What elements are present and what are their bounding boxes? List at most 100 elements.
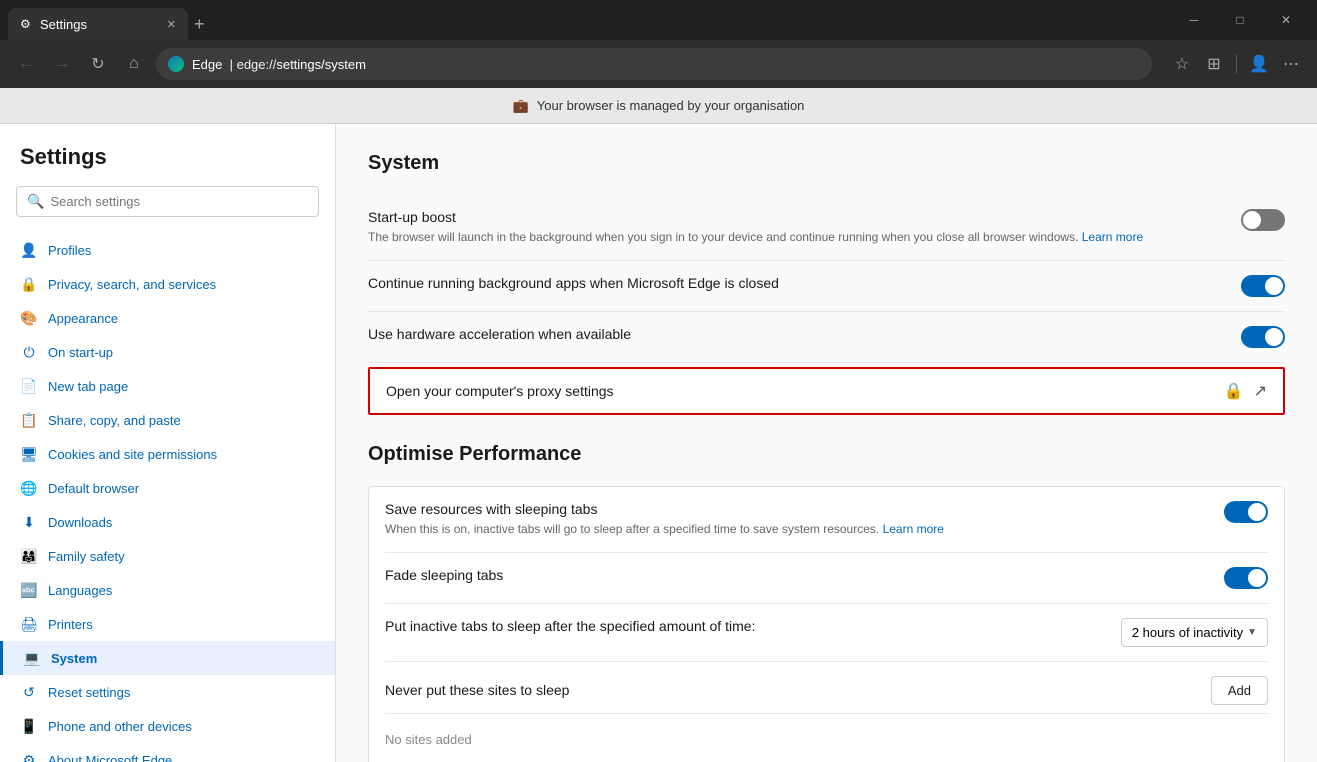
about-icon: ⚙ xyxy=(20,751,38,762)
sidebar-item-downloads[interactable]: ⬇ Downloads xyxy=(0,505,335,539)
settings-tab[interactable]: ⚙ Settings ✕ xyxy=(8,8,188,40)
sleeping-tabs-learn-more[interactable]: Learn more xyxy=(883,522,944,536)
startup-boost-desc: The browser will launch in the backgroun… xyxy=(368,229,1221,246)
minimize-button[interactable]: ─ xyxy=(1171,4,1217,36)
sidebar-item-printers[interactable]: 🖨 Printers xyxy=(0,607,335,641)
inactive-tabs-info: Put inactive tabs to sleep after the spe… xyxy=(385,618,1101,634)
sidebar-item-reset[interactable]: ↺ Reset settings xyxy=(0,675,335,709)
sidebar-item-newtab[interactable]: 📄 New tab page xyxy=(0,369,335,403)
sidebar: Settings 🔍 👤 Profiles 🔒 Privacy, search,… xyxy=(0,124,336,762)
background-apps-row: Continue running background apps when Mi… xyxy=(368,261,1285,312)
sidebar-item-label: Family safety xyxy=(48,549,125,564)
sidebar-item-about[interactable]: ⚙ About Microsoft Edge xyxy=(0,743,335,762)
restore-button[interactable]: □ xyxy=(1217,4,1263,36)
sidebar-item-label: On start-up xyxy=(48,345,113,360)
tab-close-button[interactable]: ✕ xyxy=(167,18,176,31)
sidebar-item-label: Appearance xyxy=(48,311,118,326)
sidebar-item-label: Share, copy, and paste xyxy=(48,413,181,428)
proxy-label: Open your computer's proxy settings xyxy=(386,383,614,399)
sidebar-item-family[interactable]: 👨‍👩‍👧 Family safety xyxy=(0,539,335,573)
search-icon: 🔍 xyxy=(27,193,44,210)
appearance-icon: 🎨 xyxy=(20,309,38,327)
background-apps-label: Continue running background apps when Mi… xyxy=(368,275,1221,291)
edge-label: Edge xyxy=(192,57,222,72)
close-button[interactable]: ✕ xyxy=(1263,4,1309,36)
downloads-icon: ⬇ xyxy=(20,513,38,531)
search-input[interactable] xyxy=(50,194,308,209)
collections-icon[interactable]: ⊞ xyxy=(1200,50,1228,78)
startup-boost-label: Start-up boost xyxy=(368,209,1221,225)
sleeping-tabs-toggle[interactable] xyxy=(1224,501,1268,523)
sidebar-item-label: Downloads xyxy=(48,515,112,530)
sidebar-item-phone[interactable]: 📱 Phone and other devices xyxy=(0,709,335,743)
sidebar-item-profiles[interactable]: 👤 Profiles xyxy=(0,233,335,267)
hardware-acceleration-label: Use hardware acceleration when available xyxy=(368,326,1221,342)
sidebar-item-label: About Microsoft Edge xyxy=(48,753,172,762)
background-apps-toggle[interactable] xyxy=(1241,275,1285,297)
system-icon: 💻 xyxy=(23,649,41,667)
toolbar-icons: ☆ ⊞ 👤 ⋯ xyxy=(1168,50,1305,78)
share-icon: 📋 xyxy=(20,411,38,429)
sidebar-item-defaultbrowser[interactable]: 🌐 Default browser xyxy=(0,471,335,505)
startup-boost-row: Start-up boost The browser will launch i… xyxy=(368,195,1285,261)
sidebar-item-cookies[interactable]: 🖥 Cookies and site permissions xyxy=(0,437,335,471)
url-bar[interactable]: Edge | edge://settings/system xyxy=(156,48,1152,80)
sleeping-tabs-row: Save resources with sleeping tabs When t… xyxy=(385,487,1268,553)
sidebar-item-label: Cookies and site permissions xyxy=(48,447,217,462)
sidebar-item-label: System xyxy=(51,651,97,666)
add-button[interactable]: Add xyxy=(1211,676,1268,705)
tab-bar: ⚙ Settings ✕ + xyxy=(8,0,211,40)
sidebar-item-label: Reset settings xyxy=(48,685,130,700)
more-icon[interactable]: ⋯ xyxy=(1277,50,1305,78)
refresh-button[interactable]: ↻ xyxy=(84,50,112,78)
sidebar-item-label: Languages xyxy=(48,583,112,598)
hardware-acceleration-toggle[interactable] xyxy=(1241,326,1285,348)
sidebar-item-appearance[interactable]: 🎨 Appearance xyxy=(0,301,335,335)
profile-icon[interactable]: 👤 xyxy=(1245,50,1273,78)
proxy-icons: 🔒 ↗ xyxy=(1224,381,1267,401)
fade-tabs-toggle[interactable] xyxy=(1224,567,1268,589)
startup-boost-learn-more[interactable]: Learn more xyxy=(1082,230,1143,244)
sidebar-item-system[interactable]: 💻 System xyxy=(0,641,335,675)
cookies-icon: 🖥 xyxy=(20,445,38,463)
sidebar-item-share[interactable]: 📋 Share, copy, and paste xyxy=(0,403,335,437)
hardware-acceleration-row: Use hardware acceleration when available xyxy=(368,312,1285,363)
chevron-down-icon: ▼ xyxy=(1247,627,1257,638)
sidebar-item-label: Printers xyxy=(48,617,93,632)
url-text: Edge | edge://settings/system xyxy=(192,57,366,72)
url-path: /system xyxy=(321,57,366,72)
inactive-tabs-label: Put inactive tabs to sleep after the spe… xyxy=(385,618,1101,634)
external-link-icon[interactable]: ↗ xyxy=(1254,381,1267,401)
url-settings: settings xyxy=(276,57,321,72)
fade-tabs-info: Fade sleeping tabs xyxy=(385,567,1204,583)
managed-message: Your browser is managed by your organisa… xyxy=(537,98,805,113)
printers-icon: 🖨 xyxy=(20,615,38,633)
home-button[interactable]: ⌂ xyxy=(120,50,148,78)
sidebar-item-privacy[interactable]: 🔒 Privacy, search, and services xyxy=(0,267,335,301)
new-tab-button[interactable]: + xyxy=(188,8,211,40)
fade-tabs-label: Fade sleeping tabs xyxy=(385,567,1204,583)
favorites-icon[interactable]: ☆ xyxy=(1168,50,1196,78)
forward-button[interactable]: → xyxy=(48,50,76,78)
sidebar-item-languages[interactable]: 🔤 Languages xyxy=(0,573,335,607)
startup-boost-toggle[interactable] xyxy=(1241,209,1285,231)
search-box[interactable]: 🔍 xyxy=(16,186,319,217)
never-sleep-row: Never put these sites to sleep Add xyxy=(385,662,1268,714)
inactive-dropdown[interactable]: 2 hours of inactivity ▼ xyxy=(1121,618,1268,647)
inactive-tabs-row: Put inactive tabs to sleep after the spe… xyxy=(385,604,1268,662)
back-button[interactable]: ← xyxy=(12,50,40,78)
sidebar-item-label: Profiles xyxy=(48,243,91,258)
no-sites-row: No sites added xyxy=(385,714,1268,762)
startup-icon: ⏻ xyxy=(20,343,38,361)
briefcase-icon: 💼 xyxy=(513,98,529,114)
sidebar-item-label: Default browser xyxy=(48,481,139,496)
proxy-settings-row[interactable]: Open your computer's proxy settings 🔒 ↗ xyxy=(368,367,1285,415)
edge-logo-icon xyxy=(168,56,184,72)
toolbar-separator xyxy=(1236,54,1237,74)
fade-tabs-row: Fade sleeping tabs xyxy=(385,553,1268,604)
managed-banner: 💼 Your browser is managed by your organi… xyxy=(0,88,1317,124)
sidebar-item-startup[interactable]: ⏻ On start-up xyxy=(0,335,335,369)
optimise-section: Optimise Performance Save resources with… xyxy=(368,443,1285,762)
never-sleep-label: Never put these sites to sleep xyxy=(385,682,569,698)
languages-icon: 🔤 xyxy=(20,581,38,599)
